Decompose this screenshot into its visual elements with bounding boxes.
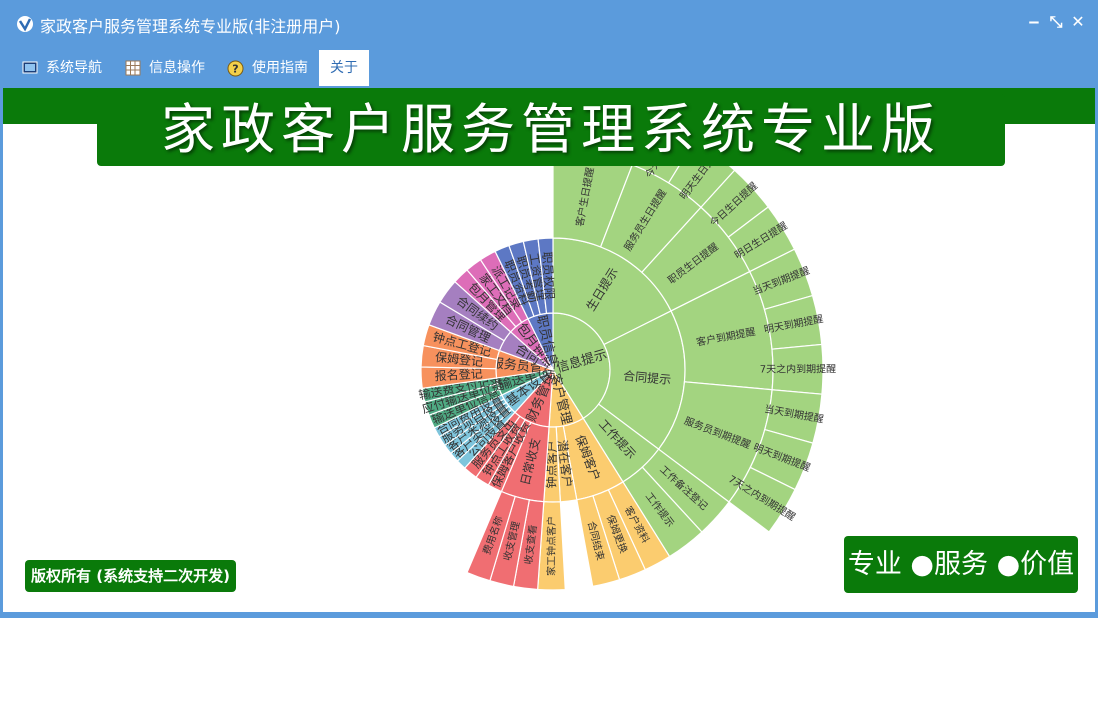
sunburst-label: 职员权限 bbox=[540, 251, 557, 300]
monitor-icon bbox=[22, 61, 38, 74]
sunburst-chart: 信息提示生日提示客户生日提醒今天生日提醒明日生日提醒服务员生日提醒今天生日提醒明… bbox=[417, 96, 836, 591]
banner-title: 家政客户服务管理系统专业版 bbox=[161, 98, 941, 161]
main-content: 信息提示生日提示客户生日提醒今天生日提醒明日生日提醒服务员生日提醒今天生日提醒明… bbox=[3, 88, 1095, 612]
banner: 家政客户服务管理系统专业版 bbox=[97, 94, 1005, 166]
title-bar: 家政客户服务管理系统专业版(非注册用户) ‒ ⤡ ✕ bbox=[0, 0, 1098, 46]
sunburst-label: 7天之内到期提醒 bbox=[760, 362, 836, 375]
menu-info-ops[interactable]: 信息操作 bbox=[125, 50, 205, 86]
menu-label: 信息操作 bbox=[149, 60, 205, 76]
copyright-badge: 版权所有 (系统支持二次开发) bbox=[25, 560, 236, 592]
sunburst-label: 家工钟点客户 bbox=[545, 516, 558, 576]
restore-button[interactable]: ⤡ bbox=[1046, 12, 1066, 32]
menu-label: 使用指南 bbox=[252, 60, 308, 76]
minimize-button[interactable]: ‒ bbox=[1024, 12, 1044, 32]
svg-text:?: ? bbox=[232, 62, 238, 75]
menu-label: 系统导航 bbox=[46, 60, 102, 76]
window-title: 家政客户服务管理系统专业版(非注册用户) bbox=[40, 17, 341, 36]
app-window: 家政客户服务管理系统专业版(非注册用户) ‒ ⤡ ✕ 系统导航 信息操作 ? 使… bbox=[0, 0, 1098, 618]
help-icon: ? bbox=[227, 60, 244, 76]
menu-about[interactable]: 关于 bbox=[319, 50, 369, 86]
menu-user-guide[interactable]: ? 使用指南 bbox=[227, 50, 308, 86]
slogan-badge: 专业 ●服务 ●价值 bbox=[844, 536, 1078, 593]
grid-icon bbox=[125, 60, 141, 76]
menu-system-nav[interactable]: 系统导航 bbox=[22, 50, 102, 86]
app-logo-icon bbox=[17, 16, 33, 32]
close-button[interactable]: ✕ bbox=[1068, 12, 1088, 32]
menu-bar: 系统导航 信息操作 ? 使用指南 关于 bbox=[0, 50, 1098, 86]
